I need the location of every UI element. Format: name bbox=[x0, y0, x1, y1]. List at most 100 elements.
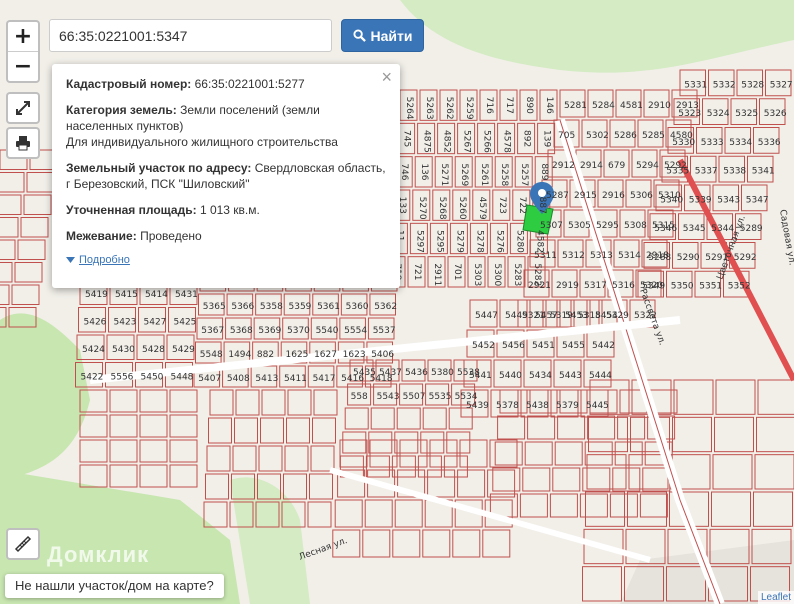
parcel[interactable] bbox=[396, 407, 421, 430]
parcel[interactable] bbox=[492, 467, 521, 492]
parcel[interactable] bbox=[585, 491, 625, 527]
parcel[interactable] bbox=[452, 529, 481, 558]
parcel[interactable] bbox=[139, 414, 168, 438]
parcel[interactable] bbox=[260, 417, 284, 444]
parcel[interactable] bbox=[711, 491, 751, 527]
parcel[interactable] bbox=[139, 439, 168, 463]
parcel[interactable] bbox=[139, 464, 168, 488]
parcel[interactable] bbox=[344, 407, 369, 430]
parcel[interactable] bbox=[26, 172, 55, 193]
parcel[interactable] bbox=[312, 417, 336, 444]
close-icon[interactable]: × bbox=[381, 68, 392, 86]
parcel[interactable] bbox=[0, 217, 19, 238]
parcel[interactable] bbox=[588, 416, 628, 453]
parcel[interactable] bbox=[639, 493, 668, 518]
parcel[interactable] bbox=[0, 172, 25, 193]
parcel[interactable] bbox=[169, 389, 198, 413]
details-link[interactable]: Подробно bbox=[66, 252, 386, 268]
parcel[interactable] bbox=[0, 262, 13, 283]
parcel[interactable] bbox=[370, 407, 395, 430]
parcel[interactable] bbox=[519, 493, 548, 518]
parcel[interactable] bbox=[712, 454, 753, 490]
parcel[interactable] bbox=[20, 217, 49, 238]
parcel[interactable] bbox=[584, 441, 613, 466]
parcel[interactable] bbox=[287, 389, 312, 416]
parcel[interactable] bbox=[0, 194, 22, 215]
parcel[interactable] bbox=[14, 262, 43, 283]
search-input[interactable] bbox=[49, 19, 332, 52]
parcel[interactable] bbox=[446, 431, 471, 454]
parcel[interactable] bbox=[714, 416, 754, 453]
parcel[interactable] bbox=[422, 407, 447, 430]
parcel[interactable] bbox=[169, 414, 198, 438]
parcel[interactable] bbox=[482, 529, 511, 558]
parcel[interactable] bbox=[139, 389, 168, 413]
parcel[interactable] bbox=[549, 493, 578, 518]
parcel[interactable] bbox=[342, 431, 367, 454]
parcel[interactable] bbox=[0, 284, 10, 305]
parcel[interactable] bbox=[232, 445, 257, 472]
parcel[interactable] bbox=[205, 473, 229, 500]
parcel[interactable] bbox=[527, 415, 556, 440]
parcel[interactable] bbox=[169, 439, 198, 463]
print-button[interactable] bbox=[6, 127, 40, 159]
attribution-link[interactable]: Leaflet bbox=[757, 591, 794, 604]
parcel[interactable] bbox=[586, 454, 627, 490]
parcel[interactable] bbox=[579, 493, 608, 518]
parcel[interactable] bbox=[334, 499, 363, 528]
parcel[interactable] bbox=[313, 389, 338, 416]
parcel[interactable] bbox=[284, 445, 309, 472]
parcel[interactable] bbox=[0, 239, 16, 260]
parcel[interactable] bbox=[552, 467, 581, 492]
parcel[interactable] bbox=[109, 414, 138, 438]
parcel[interactable] bbox=[582, 566, 622, 602]
not-found-button[interactable]: Не нашли участок/дом на карте? bbox=[5, 574, 224, 598]
parcel[interactable] bbox=[715, 379, 756, 415]
parcel[interactable] bbox=[627, 491, 667, 527]
parcel[interactable] bbox=[261, 389, 286, 416]
parcel[interactable] bbox=[169, 464, 198, 488]
parcel[interactable] bbox=[753, 491, 793, 527]
parcel[interactable] bbox=[422, 529, 451, 558]
parcel[interactable] bbox=[557, 415, 586, 440]
parcel[interactable] bbox=[362, 529, 391, 558]
parcel[interactable] bbox=[394, 431, 419, 454]
parcel[interactable] bbox=[17, 239, 46, 260]
parcel[interactable] bbox=[11, 284, 40, 305]
parcel[interactable] bbox=[756, 416, 794, 453]
parcel[interactable] bbox=[609, 493, 638, 518]
parcel[interactable] bbox=[757, 379, 794, 415]
parcel[interactable] bbox=[235, 389, 260, 416]
parcel[interactable] bbox=[587, 415, 616, 440]
parcel[interactable] bbox=[489, 439, 518, 468]
parcel[interactable] bbox=[554, 441, 583, 466]
parcel[interactable] bbox=[283, 473, 307, 500]
parcel[interactable] bbox=[310, 445, 335, 472]
parcel[interactable] bbox=[23, 194, 52, 215]
parcel[interactable] bbox=[394, 499, 423, 528]
parcel[interactable] bbox=[368, 431, 393, 454]
parcel[interactable] bbox=[457, 469, 486, 498]
parcel[interactable] bbox=[234, 417, 258, 444]
parcel[interactable] bbox=[420, 431, 445, 454]
parcel[interactable] bbox=[258, 445, 283, 472]
parcel[interactable] bbox=[109, 389, 138, 413]
parcel[interactable] bbox=[109, 464, 138, 488]
parcel[interactable] bbox=[307, 501, 332, 528]
parcel[interactable] bbox=[522, 467, 551, 492]
parcel[interactable] bbox=[79, 464, 108, 488]
parcel[interactable] bbox=[206, 445, 231, 472]
parcel[interactable] bbox=[672, 416, 712, 453]
parcel[interactable] bbox=[79, 439, 108, 463]
parcel[interactable] bbox=[109, 439, 138, 463]
parcel[interactable] bbox=[309, 473, 333, 500]
parcel[interactable] bbox=[617, 415, 646, 440]
parcel[interactable] bbox=[524, 441, 553, 466]
ruler-button[interactable] bbox=[6, 528, 40, 560]
fullscreen-button[interactable] bbox=[6, 92, 40, 124]
parcel[interactable] bbox=[754, 454, 794, 490]
parcel[interactable] bbox=[494, 441, 523, 466]
parcel[interactable] bbox=[392, 529, 421, 558]
parcel[interactable] bbox=[208, 417, 232, 444]
zoom-out-button[interactable]: − bbox=[8, 52, 38, 81]
